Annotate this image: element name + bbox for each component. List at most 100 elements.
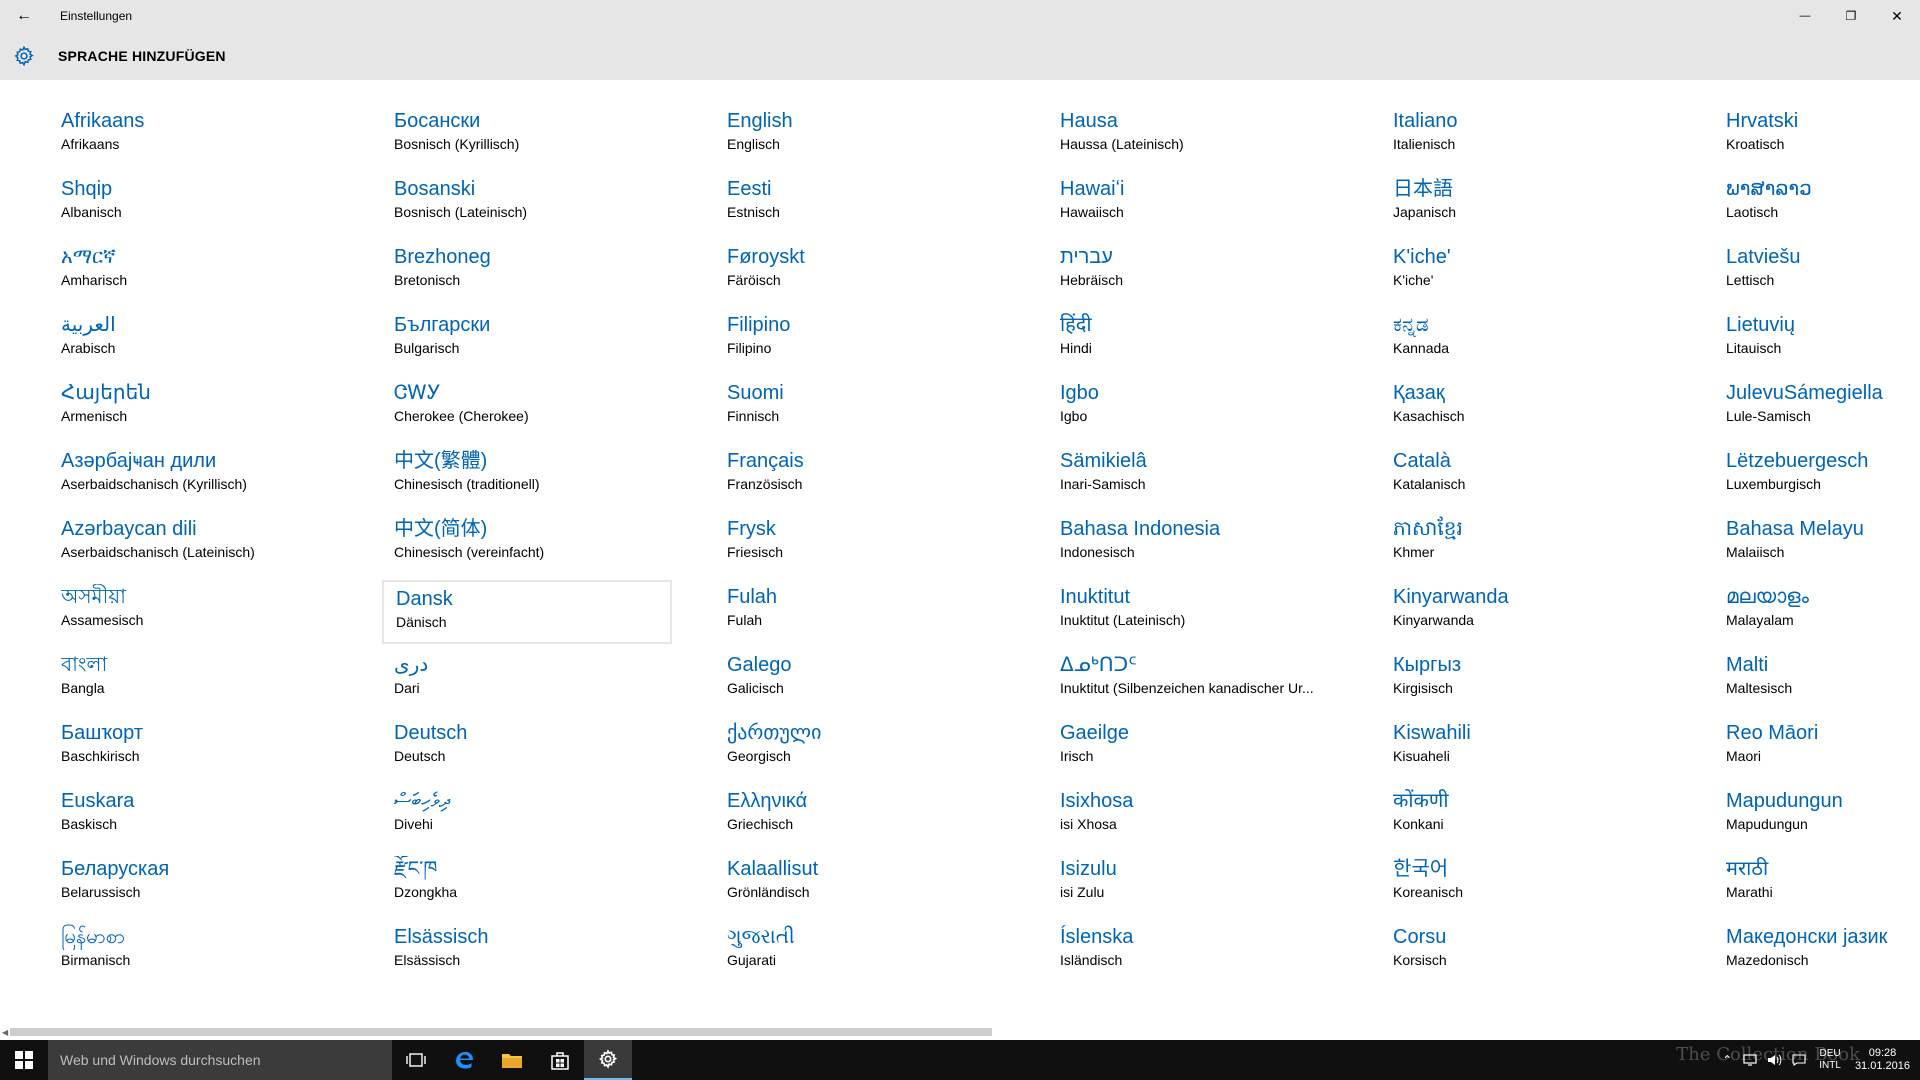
language-item[interactable]: Հայերեն Armenisch — [49, 376, 339, 440]
minimize-button[interactable]: — — [1782, 0, 1828, 32]
language-item[interactable]: Latviešu Lettisch — [1714, 240, 1920, 304]
language-item[interactable]: Hausa Haussa (Lateinisch) — [1048, 104, 1338, 168]
network-icon[interactable] — [1739, 1040, 1763, 1080]
language-item[interactable]: Hawaiʻi Hawaiisch — [1048, 172, 1338, 236]
language-item[interactable]: Mapudungun Mapudungun — [1714, 784, 1920, 848]
language-item[interactable]: རྫོང་ཁ Dzongkha — [382, 852, 672, 916]
language-item[interactable]: Башҡорт Baschkirisch — [49, 716, 339, 780]
language-item[interactable]: ગુજરાતી Gujarati — [715, 920, 1005, 984]
scroll-left-arrow-icon[interactable]: ◀ — [2, 1028, 8, 1037]
language-item[interactable]: Bosanski Bosnisch (Lateinisch) — [382, 172, 672, 236]
language-item[interactable]: Corsu Korsisch — [1381, 920, 1671, 984]
language-item[interactable]: Hrvatski Kroatisch — [1714, 104, 1920, 168]
language-item[interactable]: Gaeilge Irisch — [1048, 716, 1338, 780]
language-item[interactable]: 中文(繁體) Chinesisch (traditionell) — [382, 444, 672, 508]
language-item[interactable]: Føroyskt Färöisch — [715, 240, 1005, 304]
language-item[interactable]: Brezhoneg Bretonisch — [382, 240, 672, 304]
language-item[interactable]: ᐃᓄᒃᑎᑐᑦ Inuktitut (Silbenzeichen kanadisch… — [1048, 648, 1338, 712]
restore-button[interactable]: ❐ — [1828, 0, 1874, 32]
language-item[interactable]: Català Katalanisch — [1381, 444, 1671, 508]
language-item[interactable]: 中文(简体) Chinesisch (vereinfacht) — [382, 512, 672, 576]
language-item[interactable]: Български Bulgarisch — [382, 308, 672, 372]
horizontal-scrollbar[interactable]: ◀ — [0, 1025, 1920, 1039]
language-item[interactable]: Euskara Baskisch — [49, 784, 339, 848]
language-item[interactable]: አማርኛ Amharisch — [49, 240, 339, 304]
language-item[interactable]: Кыргыз Kirgisisch — [1381, 648, 1671, 712]
language-item[interactable]: Igbo Igbo — [1048, 376, 1338, 440]
language-item[interactable]: العربية Arabisch — [49, 308, 339, 372]
language-item[interactable]: Bahasa Melayu Malaiisch — [1714, 512, 1920, 576]
show-hidden-icons-icon[interactable]: ⌃ — [1715, 1040, 1739, 1080]
input-language-indicator[interactable]: DEU INTL — [1819, 1048, 1841, 1072]
language-item[interactable]: JulevuSámegiella Lule-Samisch — [1714, 376, 1920, 440]
language-item[interactable]: ქართული Georgisch — [715, 716, 1005, 780]
language-item[interactable]: Kalaallisut Grönländisch — [715, 852, 1005, 916]
language-item[interactable]: অসমীয়া Assamesisch — [49, 580, 339, 644]
language-item[interactable]: မြန်မာစာ Birmanisch — [49, 920, 339, 984]
language-item[interactable]: English Englisch — [715, 104, 1005, 168]
language-item[interactable]: עברית Hebräisch — [1048, 240, 1338, 304]
language-item[interactable]: Reo Māori Maori — [1714, 716, 1920, 780]
language-item[interactable]: कोंकणी Konkani — [1381, 784, 1671, 848]
language-item[interactable]: Deutsch Deutsch — [382, 716, 672, 780]
language-item[interactable]: Kiswahili Kisuaheli — [1381, 716, 1671, 780]
store-icon[interactable] — [536, 1040, 584, 1080]
language-item[interactable]: Lëtzebuergesch Luxemburgisch — [1714, 444, 1920, 508]
language-item[interactable]: Isixhosa isi Xhosa — [1048, 784, 1338, 848]
language-item[interactable]: Filipino Filipino — [715, 308, 1005, 372]
action-center-icon[interactable] — [1787, 1040, 1811, 1080]
language-item[interactable]: ᏣᎳᎩ Cherokee (Cherokee) — [382, 376, 672, 440]
language-item[interactable]: Azərbaycan dili Aserbaidschanisch (Latein… — [49, 512, 339, 576]
language-item[interactable]: 日本語 Japanisch — [1381, 172, 1671, 236]
language-item[interactable]: मराठी Marathi — [1714, 852, 1920, 916]
language-item[interactable]: Eesti Estnisch — [715, 172, 1005, 236]
language-item[interactable]: Dansk Dänisch — [382, 580, 672, 644]
language-item[interactable]: ភាសាខ្មែរ Khmer — [1381, 512, 1671, 576]
language-item[interactable]: Lietuvių Litauisch — [1714, 308, 1920, 372]
language-item[interactable]: K'iche' K'iche' — [1381, 240, 1671, 304]
language-item[interactable]: ພາສາລາວ Laotisch — [1714, 172, 1920, 236]
language-item[interactable]: Азәрбајҹан дили Aserbaidschanisch (Kyrill… — [49, 444, 339, 508]
language-german-name: Bulgarisch — [394, 340, 460, 356]
language-item[interactable]: Босански Bosnisch (Kyrillisch) — [382, 104, 672, 168]
language-item[interactable]: Italiano Italienisch — [1381, 104, 1671, 168]
language-item[interactable]: Galego Galicisch — [715, 648, 1005, 712]
language-item[interactable]: Kinyarwanda Kinyarwanda — [1381, 580, 1671, 644]
close-button[interactable]: ✕ — [1874, 0, 1920, 32]
language-item[interactable]: Français Französisch — [715, 444, 1005, 508]
language-item[interactable]: Íslenska Isländisch — [1048, 920, 1338, 984]
back-button[interactable]: ← — [0, 0, 48, 32]
language-item[interactable]: हिंदी Hindi — [1048, 308, 1338, 372]
volume-icon[interactable] — [1763, 1040, 1787, 1080]
language-item[interactable]: Inuktitut Inuktitut (Lateinisch) — [1048, 580, 1338, 644]
language-item[interactable]: ಕನ್ನಡ Kannada — [1381, 308, 1671, 372]
language-item[interactable]: বাংলা Bangla — [49, 648, 339, 712]
file-explorer-icon[interactable] — [488, 1040, 536, 1080]
language-item[interactable]: Ελληνικά Griechisch — [715, 784, 1005, 848]
language-item[interactable]: Malti Maltesisch — [1714, 648, 1920, 712]
language-item[interactable]: دری Dari — [382, 648, 672, 712]
edge-browser-icon[interactable] — [440, 1040, 488, 1080]
language-item[interactable]: Fulah Fulah — [715, 580, 1005, 644]
language-item[interactable]: 한국어 Koreanisch — [1381, 852, 1671, 916]
language-item[interactable]: മലയാളം Malayalam — [1714, 580, 1920, 644]
language-item[interactable]: Suomi Finnisch — [715, 376, 1005, 440]
language-item[interactable]: ދިވެހިބަސް Divehi — [382, 784, 672, 848]
language-item[interactable]: Shqip Albanisch — [49, 172, 339, 236]
language-item[interactable]: Isizulu isi Zulu — [1048, 852, 1338, 916]
settings-taskbar-icon[interactable] — [584, 1040, 632, 1080]
language-item[interactable]: Македонски јазик Mazedonisch — [1714, 920, 1920, 984]
language-item[interactable]: Frysk Friesisch — [715, 512, 1005, 576]
scrollbar-thumb[interactable] — [10, 1028, 992, 1036]
clock[interactable]: 09:28 31.01.2016 — [1855, 1047, 1910, 1073]
language-native-name: Føroyskt — [727, 246, 805, 268]
language-item[interactable]: Afrikaans Afrikaans — [49, 104, 339, 168]
language-item[interactable]: Беларуская Belarussisch — [49, 852, 339, 916]
language-item[interactable]: Bahasa Indonesia Indonesisch — [1048, 512, 1338, 576]
language-item[interactable]: Elsässisch Elsässisch — [382, 920, 672, 984]
taskbar-search-box[interactable]: Web und Windows durchsuchen — [48, 1040, 392, 1080]
task-view-icon[interactable] — [392, 1040, 440, 1080]
language-item[interactable]: Sämikielâ Inari-Samisch — [1048, 444, 1338, 508]
language-item[interactable]: Қазақ Kasachisch — [1381, 376, 1671, 440]
start-button[interactable] — [0, 1040, 48, 1080]
